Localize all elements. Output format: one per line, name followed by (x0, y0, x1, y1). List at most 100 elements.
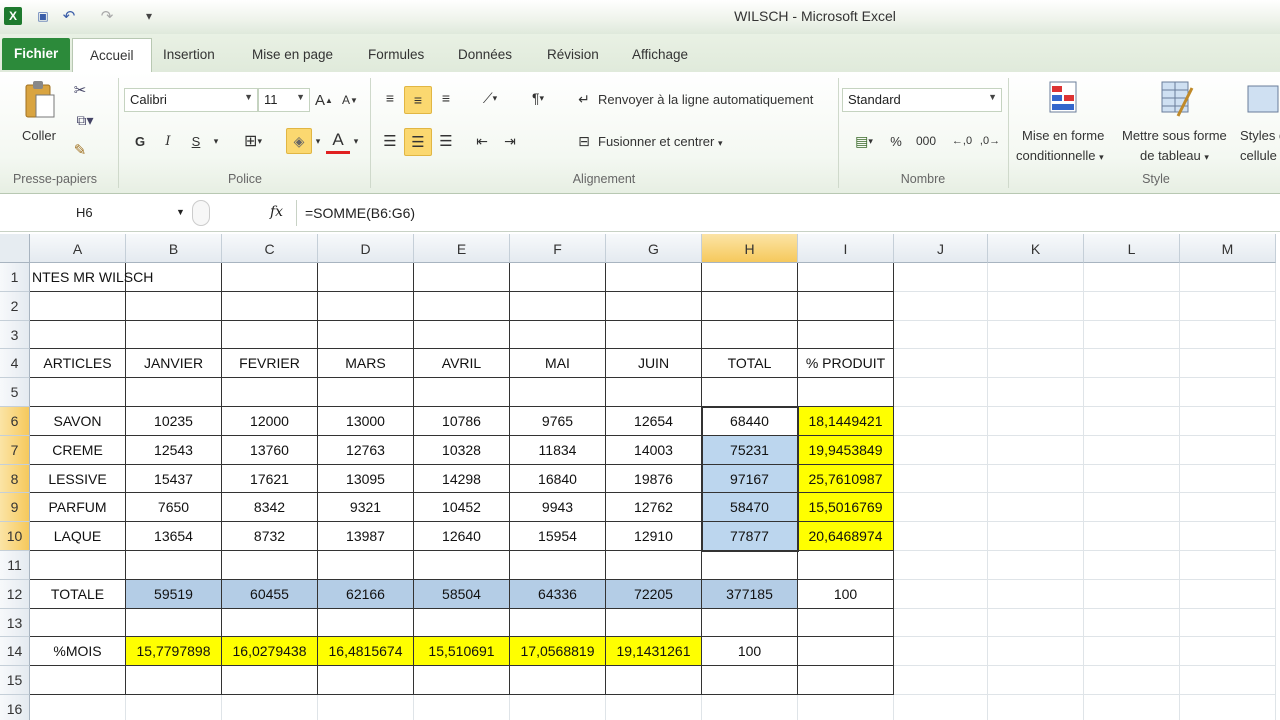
tab-mise-en-page[interactable]: Mise en page (242, 44, 343, 68)
format-painter-icon[interactable]: ✎ (70, 140, 90, 160)
cell-a13[interactable] (30, 608, 126, 638)
column-header-h[interactable]: H (702, 234, 798, 263)
accounting-format-icon[interactable]: ▤ ▾ (846, 130, 882, 152)
cell-h6[interactable]: 68440 (702, 407, 798, 436)
column-header-l[interactable]: L (1084, 234, 1180, 263)
cell-e15[interactable] (414, 666, 510, 695)
conditional-format-label[interactable]: Mise en forme (1022, 128, 1104, 143)
cell-f7[interactable]: 11834 (510, 435, 606, 465)
cell-f11[interactable] (510, 551, 606, 580)
cell-f15[interactable] (510, 666, 606, 695)
tab-affichage[interactable]: Affichage (622, 44, 698, 68)
cell-a11[interactable] (30, 551, 126, 580)
cell-k4[interactable] (988, 349, 1084, 379)
cell-e12[interactable]: 58504 (414, 579, 510, 609)
column-header-c[interactable]: C (222, 234, 318, 263)
cell-i3[interactable] (798, 320, 894, 350)
cell-k3[interactable] (988, 320, 1084, 350)
cell-j7[interactable] (894, 435, 988, 465)
cell-j15[interactable] (894, 666, 988, 695)
column-header-b[interactable]: B (126, 234, 222, 263)
cell-b13[interactable] (126, 608, 222, 638)
cell-a5[interactable] (30, 378, 126, 407)
thousands-button[interactable]: 000 (912, 130, 940, 152)
cell-i9[interactable]: 15,5016769 (798, 493, 894, 523)
cell-k12[interactable] (988, 579, 1084, 609)
column-header-g[interactable]: G (606, 234, 702, 263)
cell-h2[interactable] (702, 291, 798, 321)
row-header-5[interactable]: 5 (0, 378, 30, 407)
cell-h12[interactable]: 377185 (702, 579, 798, 609)
row-header-8[interactable]: 8 (0, 464, 30, 494)
cell-k13[interactable] (988, 608, 1084, 638)
cell-k11[interactable] (988, 551, 1084, 580)
cell-b8[interactable]: 15437 (126, 464, 222, 494)
number-format-combo[interactable]: Standard ▼ (842, 88, 1002, 112)
cell-l3[interactable] (1084, 320, 1180, 350)
row-header-2[interactable]: 2 (0, 291, 30, 321)
merge-center-button[interactable]: Fusionner et centrer ▾ (598, 134, 723, 149)
cell-d14[interactable]: 16,4815674 (318, 637, 414, 667)
cell-i8[interactable]: 25,7610987 (798, 464, 894, 494)
cell-c9[interactable]: 8342 (222, 493, 318, 523)
percent-button[interactable]: % (886, 130, 906, 152)
cell-k14[interactable] (988, 637, 1084, 667)
row-header-14[interactable]: 14 (0, 637, 30, 667)
cell-k2[interactable] (988, 291, 1084, 321)
cell-c3[interactable] (222, 320, 318, 350)
cell-m7[interactable] (1180, 435, 1276, 465)
format-as-table-label[interactable]: Mettre sous forme (1122, 128, 1227, 143)
formula-input[interactable]: =SOMME(B6:G6) (296, 200, 1280, 226)
cell-j4[interactable] (894, 349, 988, 379)
cell-f13[interactable] (510, 608, 606, 638)
cell-d11[interactable] (318, 551, 414, 580)
column-header-j[interactable]: J (894, 234, 988, 263)
cell-g2[interactable] (606, 291, 702, 321)
cell-d16[interactable] (318, 695, 414, 720)
cell-g9[interactable]: 12762 (606, 493, 702, 523)
cell-j11[interactable] (894, 551, 988, 580)
cell-e6[interactable]: 10786 (414, 407, 510, 436)
row-header-10[interactable]: 10 (0, 522, 30, 551)
cell-m3[interactable] (1180, 320, 1276, 350)
increase-indent-icon[interactable]: ⇥ (498, 128, 522, 154)
name-box[interactable]: H6 (0, 201, 190, 227)
cell-m12[interactable] (1180, 579, 1276, 609)
cell-c10[interactable]: 8732 (222, 522, 318, 551)
orientation-icon[interactable]: ⟋ ▾ (472, 86, 508, 110)
cell-k5[interactable] (988, 378, 1084, 407)
cell-f5[interactable] (510, 378, 606, 407)
tab-donnees[interactable]: Données (448, 44, 522, 68)
cell-k9[interactable] (988, 493, 1084, 523)
cell-j14[interactable] (894, 637, 988, 667)
cell-i12[interactable]: 100 (798, 579, 894, 609)
cell-l12[interactable] (1084, 579, 1180, 609)
cell-l2[interactable] (1084, 291, 1180, 321)
cell-c5[interactable] (222, 378, 318, 407)
cell-k7[interactable] (988, 435, 1084, 465)
cell-j16[interactable] (894, 695, 988, 720)
insert-function-icon[interactable]: fx (270, 204, 283, 220)
shrink-font-icon[interactable]: A ▼ (340, 90, 360, 110)
cell-j12[interactable] (894, 579, 988, 609)
cell-i14[interactable] (798, 637, 894, 667)
cell-m1[interactable] (1180, 263, 1276, 292)
cell-c12[interactable]: 60455 (222, 579, 318, 609)
cell-b10[interactable]: 13654 (126, 522, 222, 551)
column-header-m[interactable]: M (1180, 234, 1276, 263)
row-header-12[interactable]: 12 (0, 579, 30, 609)
cell-i11[interactable] (798, 551, 894, 580)
cell-g10[interactable]: 12910 (606, 522, 702, 551)
cell-i16[interactable] (798, 695, 894, 720)
cell-d8[interactable]: 13095 (318, 464, 414, 494)
cell-j2[interactable] (894, 291, 988, 321)
cell-f14[interactable]: 17,0568819 (510, 637, 606, 667)
cell-c15[interactable] (222, 666, 318, 695)
cell-b6[interactable]: 10235 (126, 407, 222, 436)
row-header-3[interactable]: 3 (0, 320, 30, 350)
cell-g14[interactable]: 19,1431261 (606, 637, 702, 667)
cell-f9[interactable]: 9943 (510, 493, 606, 523)
cell-e3[interactable] (414, 320, 510, 350)
borders-icon[interactable]: ⊞ ▾ (236, 130, 270, 152)
cell-g5[interactable] (606, 378, 702, 407)
